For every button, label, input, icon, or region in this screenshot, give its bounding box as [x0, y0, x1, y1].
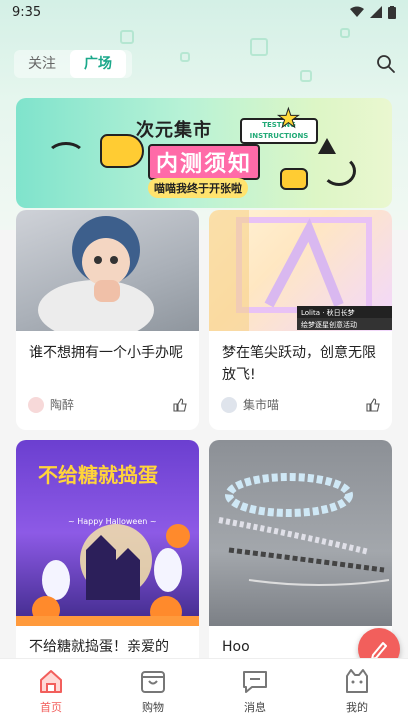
- post-card[interactable]: 不给糖就捣蛋 ~ Happy Halloween ~ 不给糖就捣蛋！亲爱的: [16, 440, 199, 670]
- battery-icon: [388, 5, 396, 19]
- nav-profile[interactable]: 我的: [306, 659, 408, 725]
- image-caption: Lolita · 秋日长梦: [301, 308, 355, 317]
- star-icon: ★: [276, 104, 300, 135]
- image-text-2: ~ Happy Halloween ~: [68, 517, 157, 526]
- like-icon[interactable]: [173, 398, 187, 412]
- tab-follow[interactable]: 关注: [14, 50, 70, 78]
- like-icon[interactable]: [366, 398, 380, 412]
- post-card[interactable]: Lolita · 秋日长梦 绘梦逐星创意活动 梦在笔尖跃动，创意无限放飞! 集市…: [209, 210, 392, 430]
- nav-label: 我的: [346, 701, 368, 714]
- post-image: 不给糖就捣蛋 ~ Happy Halloween ~: [16, 440, 199, 628]
- avatar: [221, 396, 237, 413]
- wifi-icon: [350, 6, 364, 17]
- banner-title: 次元集市: [136, 120, 212, 141]
- shop-icon: [141, 671, 165, 693]
- hand-icon: [280, 168, 308, 190]
- post-title: 梦在笔尖跃动，创意无限放飞!: [222, 345, 376, 383]
- image-text: 不给糖就捣蛋: [38, 463, 158, 487]
- halloween-image: 不给糖就捣蛋 ~ Happy Halloween ~: [16, 463, 199, 628]
- home-icon: [40, 670, 62, 693]
- post-title: 谁不想拥有一个小手办呢: [29, 345, 183, 361]
- tab-square[interactable]: 广场: [70, 50, 126, 78]
- nav-label: 消息: [244, 701, 266, 714]
- art-image: Lolita · 秋日长梦 绘梦逐星创意活动: [209, 210, 392, 331]
- signal-icon: [370, 6, 382, 18]
- nav-label: 购物: [142, 701, 164, 714]
- post-image: [209, 440, 392, 626]
- warning-icon: [318, 138, 336, 154]
- status-time: 9:35: [12, 4, 42, 20]
- feed-tabs: 关注 广场: [14, 50, 132, 78]
- post-image: Lolita · 秋日长梦 绘梦逐星创意活动: [209, 210, 392, 331]
- author-name: 集市喵: [243, 398, 280, 412]
- nav-shop[interactable]: 购物: [102, 659, 204, 725]
- status-bar: 9:35: [0, 0, 408, 24]
- post-card[interactable]: 谁不想拥有一个小手办呢 陶醉: [16, 210, 199, 430]
- image-caption-2: 绘梦逐星创意活动: [301, 320, 357, 329]
- bracelet-image: [218, 473, 390, 586]
- figurine-image: [38, 216, 154, 340]
- avatar: [28, 396, 44, 413]
- nav-messages[interactable]: 消息: [204, 659, 306, 725]
- author-name: 陶醉: [50, 398, 75, 412]
- message-icon: [243, 671, 267, 693]
- bottom-nav: 首页 购物 消息 我的: [0, 658, 408, 725]
- profile-icon: [346, 669, 368, 693]
- search-icon[interactable]: [376, 54, 396, 74]
- post-image: [16, 210, 199, 340]
- nav-home[interactable]: 首页: [0, 659, 102, 725]
- nav-label: 首页: [40, 701, 62, 714]
- promo-banner[interactable]: 次元集市 TESTING INSTRUCTIONS ★ 内测须知 喵喵我终于开张…: [16, 98, 392, 208]
- post-title: 不给糖就捣蛋！亲爱的: [29, 639, 169, 655]
- post-author: 集市喵: [221, 396, 279, 413]
- banner-subtitle: 喵喵我终于开张啦: [148, 178, 248, 198]
- post-author: 陶醉: [28, 396, 74, 413]
- banner-headline: 内测须知: [148, 144, 261, 180]
- app-screen: 9:35 关注 广场 次元集市 TESTING INSTRUCTIONS ★ 内…: [0, 0, 408, 725]
